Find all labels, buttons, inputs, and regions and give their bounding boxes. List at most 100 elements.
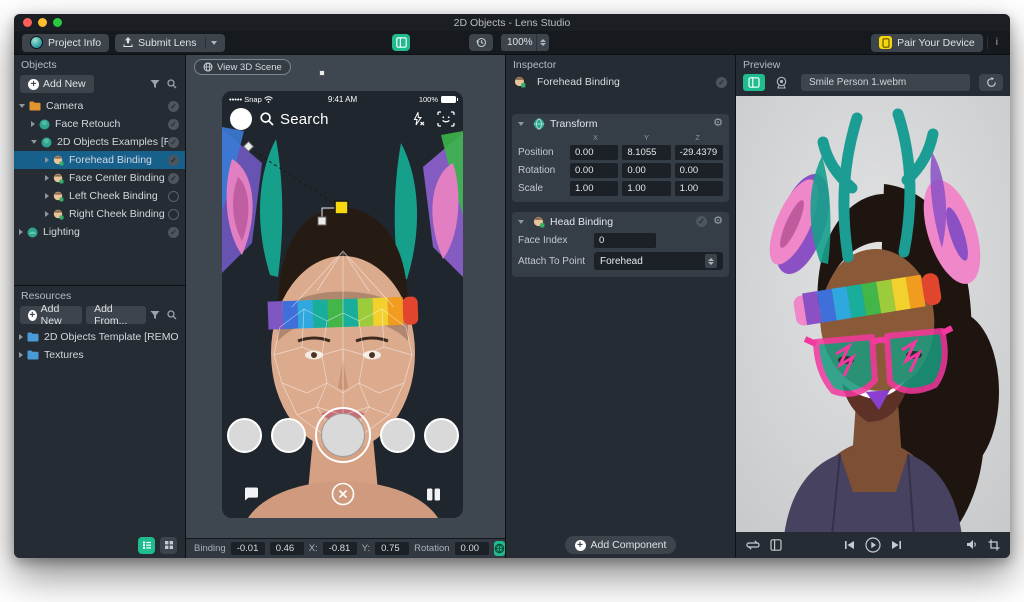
info-button[interactable]: i [987, 37, 1002, 49]
attach-to-point-select[interactable]: Forehead [594, 252, 723, 270]
search-icon[interactable] [167, 310, 177, 320]
head-binding-icon [53, 191, 64, 202]
preview-panel-title: Preview [736, 55, 1010, 74]
rotation-y-field[interactable]: 0.00 [622, 163, 670, 178]
volume-icon[interactable] [966, 539, 978, 550]
objects-add-new-button[interactable]: + Add New [20, 75, 94, 93]
face-index-field[interactable]: 0 [594, 233, 656, 248]
search-label: Search [280, 111, 329, 128]
visibility-toggle[interactable]: ✓ [168, 101, 179, 112]
lens-item[interactable] [380, 418, 415, 453]
visibility-toggle[interactable]: ✓ [168, 173, 179, 184]
filter-icon[interactable] [150, 79, 160, 89]
transform-header[interactable]: Transform ⚙ [512, 114, 729, 133]
visibility-toggle[interactable]: ✓ [168, 227, 179, 238]
history-button[interactable] [469, 34, 493, 51]
resource-item-2d-objects-template[interactable]: 2D Objects Template [REMOVE_... [14, 328, 185, 346]
submit-lens-dropdown[interactable] [205, 37, 217, 49]
head-binding-header[interactable]: Head Binding ✓ ⚙ [512, 212, 729, 231]
gear-icon[interactable]: ⚙ [713, 118, 723, 129]
battery-percent: 100% [419, 95, 438, 104]
project-avatar-icon [30, 36, 43, 49]
preview-source-select[interactable]: Smile Person 1.webm [801, 74, 970, 91]
scan-smiley-icon[interactable] [437, 111, 455, 127]
interface-layout-button[interactable] [392, 34, 410, 51]
tree-item-forehead-binding[interactable]: Forehead Binding ✓ [14, 151, 185, 169]
component-enabled-toggle[interactable]: ✓ [696, 216, 707, 227]
preview-reset-button[interactable] [979, 74, 1003, 91]
memories-icon[interactable] [426, 487, 441, 502]
crop-icon[interactable] [988, 539, 1000, 551]
y-label: Y: [362, 543, 370, 554]
binding-label: Binding [194, 543, 226, 554]
device-viewport[interactable]: ••••• Snap 9:41 AM 100% [222, 91, 463, 518]
attach-to-point-label: Attach To Point [518, 256, 590, 267]
pair-your-device-button[interactable]: Pair Your Device [871, 34, 983, 52]
chat-icon[interactable] [244, 487, 259, 501]
close-lens-icon[interactable] [331, 482, 355, 506]
filter-icon[interactable] [150, 310, 160, 320]
visibility-toggle[interactable] [168, 191, 179, 202]
binding-value-2[interactable]: 0.46 [270, 542, 304, 555]
project-info-button[interactable]: Project Info [22, 34, 109, 52]
play-button-icon[interactable] [865, 537, 881, 553]
preview-mode-device-button[interactable] [743, 74, 765, 91]
head-binding-section: Head Binding ✓ ⚙ Face Index 0 Attach To … [512, 212, 729, 277]
visibility-toggle[interactable]: ✓ [168, 155, 179, 166]
preview-bottom-bar [736, 532, 1010, 558]
view-3d-scene-button[interactable]: View 3D Scene [194, 59, 291, 75]
skip-start-icon[interactable] [844, 540, 855, 550]
grid-view-icon [164, 540, 174, 550]
visibility-toggle[interactable]: ✓ [168, 137, 179, 148]
visibility-toggle[interactable]: ✓ [168, 119, 179, 130]
position-z-field[interactable]: -29.4379 [675, 145, 723, 160]
y-value[interactable]: 0.75 [375, 542, 409, 555]
scale-x-field[interactable]: 1.00 [570, 181, 618, 196]
lens-item[interactable] [424, 418, 459, 453]
tree-item-left-cheek-binding[interactable]: Left Cheek Binding [14, 187, 185, 205]
add-component-button[interactable]: + Add Component [565, 536, 677, 554]
axis-x-label: X [570, 133, 621, 143]
gizmo-handle[interactable] [319, 70, 325, 76]
resources-add-from-button[interactable]: Add From... [86, 306, 146, 324]
collapse-arrow-icon[interactable] [518, 122, 524, 126]
scale-y-field[interactable]: 1.00 [622, 181, 670, 196]
collapse-arrow-icon[interactable] [518, 220, 524, 224]
resources-add-new-button[interactable]: + Add New [20, 306, 82, 324]
webcam-preview-button[interactable] [770, 74, 792, 91]
gear-icon[interactable]: ⚙ [713, 216, 723, 227]
tree-item-2d-objects-examples[interactable]: 2D Objects Examples [RE ✓ [14, 133, 185, 151]
avatar[interactable] [230, 108, 252, 130]
tree-item-right-cheek-binding[interactable]: Right Cheek Binding [14, 205, 185, 223]
tree-item-face-retouch[interactable]: Face Retouch ✓ [14, 115, 185, 133]
position-x-field[interactable]: 0.00 [570, 145, 618, 160]
tree-item-camera[interactable]: Camera ✓ [14, 97, 185, 115]
x-value[interactable]: -0.81 [323, 542, 357, 555]
visibility-toggle[interactable] [168, 209, 179, 220]
submit-lens-button[interactable]: Submit Lens [115, 34, 224, 52]
search-icon[interactable] [167, 79, 177, 89]
lens-item[interactable] [227, 418, 262, 453]
object-enabled-toggle[interactable]: ✓ [716, 77, 727, 88]
capture-button[interactable] [315, 407, 371, 463]
binding-value-1[interactable]: -0.01 [231, 542, 265, 555]
rotation-value[interactable]: 0.00 [455, 542, 489, 555]
flash-off-icon[interactable] [411, 112, 425, 126]
zoom-stepper[interactable] [536, 34, 549, 51]
rotation-x-field[interactable]: 0.00 [570, 163, 618, 178]
panels-icon [396, 37, 407, 48]
skip-end-icon[interactable] [891, 540, 902, 550]
list-view-button[interactable] [138, 537, 155, 554]
scale-z-field[interactable]: 1.00 [675, 181, 723, 196]
preview-video[interactable] [736, 96, 1010, 532]
position-y-field[interactable]: 8.1055 [622, 145, 670, 160]
lens-item[interactable] [271, 418, 306, 453]
tree-item-lighting[interactable]: Lighting ✓ [14, 223, 185, 241]
grid-view-button[interactable] [160, 537, 177, 554]
rotation-z-field[interactable]: 0.00 [675, 163, 723, 178]
phone-search-bar[interactable]: Search [222, 105, 463, 133]
tree-item-face-center-binding[interactable]: Face Center Binding ✓ [14, 169, 185, 187]
zoom-level-control[interactable]: 100% [501, 34, 549, 51]
resource-item-textures[interactable]: Textures [14, 346, 185, 364]
mesh-overlay-button[interactable] [494, 541, 505, 556]
